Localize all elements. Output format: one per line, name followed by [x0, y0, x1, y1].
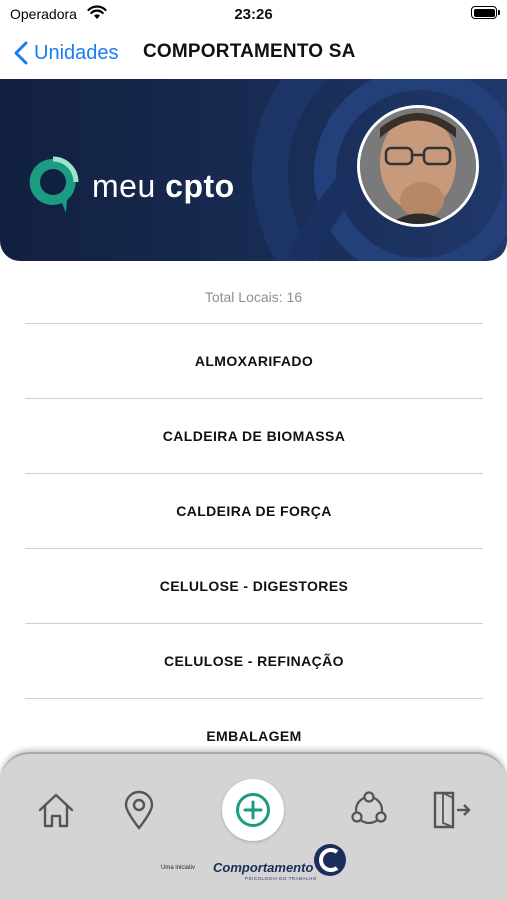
list-item[interactable]: CELULOSE - REFINAÇÃO	[25, 623, 483, 698]
navigation-bar: Unidades COMPORTAMENTO SA	[0, 30, 507, 76]
initiative-text: Uma iniciativ	[161, 865, 196, 871]
avatar-photo	[360, 108, 476, 224]
brand-name: Comportamento	[213, 860, 314, 875]
location-pin-icon[interactable]	[123, 790, 155, 830]
list-item[interactable]: CALDEIRA DE FORÇA	[25, 473, 483, 548]
battery-icon	[471, 6, 500, 19]
chat-bubble-logo-icon	[29, 156, 79, 213]
chevron-left-icon	[14, 41, 28, 65]
add-circle-icon	[236, 793, 270, 827]
back-button[interactable]: Unidades	[14, 38, 119, 68]
add-button[interactable]	[222, 779, 284, 841]
back-button-label: Unidades	[34, 41, 119, 64]
locations-list: ALMOXARIFADO CALDEIRA DE BIOMASSA CALDEI…	[25, 323, 483, 773]
total-locations-label: Total Locais: 16	[204, 289, 303, 305]
tab-bar: Uma iniciativ Comportamento PSICOLOGIA D…	[0, 752, 507, 900]
home-icon[interactable]	[36, 790, 76, 830]
list-item[interactable]: CALDEIRA DE BIOMASSA	[25, 398, 483, 473]
clock: 23:26	[234, 6, 273, 23]
status-bar: Operadora 23:26	[0, 0, 507, 28]
share-network-icon[interactable]	[349, 790, 389, 830]
list-item[interactable]: ALMOXARIFADO	[25, 323, 483, 398]
logo-text: meu cpto	[92, 167, 235, 204]
avatar	[357, 105, 479, 227]
list-item[interactable]: CELULOSE - DIGESTORES	[25, 548, 483, 623]
page-title: COMPORTAMENTO SA	[143, 41, 356, 62]
brand-subtitle: PSICOLOGIA DO TRABALHO	[245, 876, 317, 881]
app-logo: meu cpto	[26, 155, 235, 217]
logout-icon[interactable]	[431, 790, 471, 830]
comportamento-logo-icon	[314, 844, 346, 876]
footer-branding: Uma iniciativ Comportamento PSICOLOGIA D…	[0, 838, 507, 888]
header-banner: meu cpto	[0, 79, 507, 261]
